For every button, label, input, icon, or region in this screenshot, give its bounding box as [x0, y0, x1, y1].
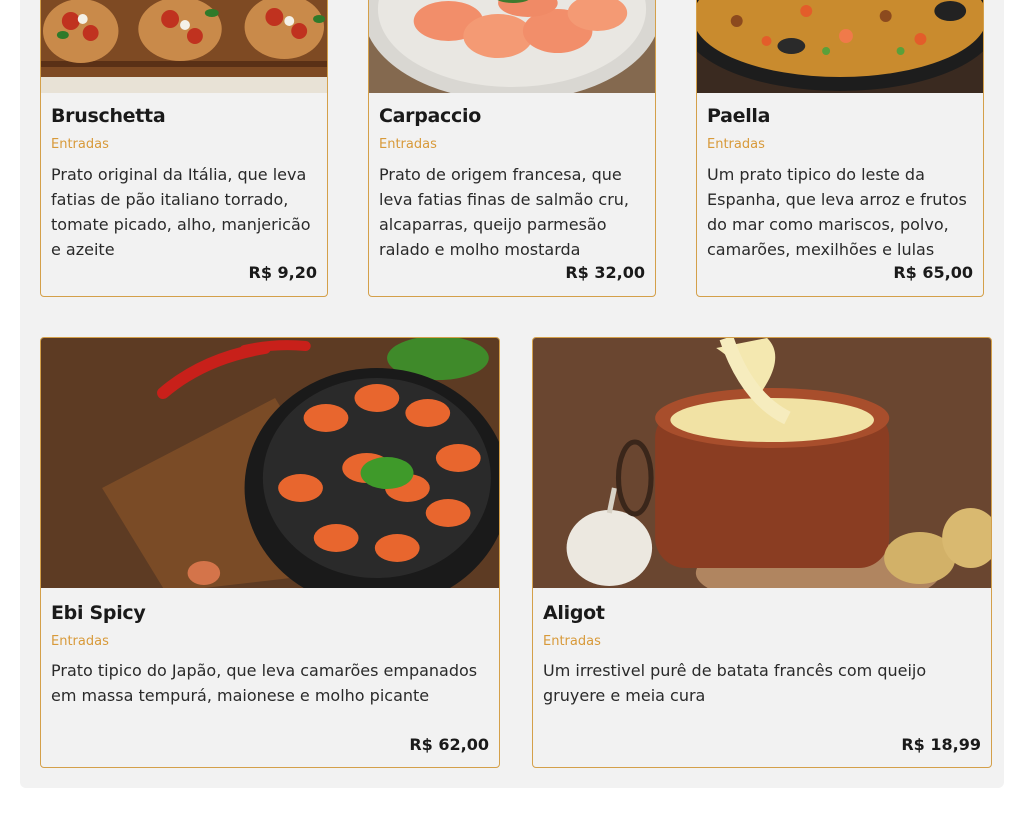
- card-category: Entradas: [51, 634, 109, 649]
- menu-panel: Bruschetta Entradas Prato original da It…: [20, 0, 1004, 788]
- menu-card-ebi-spicy[interactable]: Ebi Spicy Entradas Prato tipico do Japão…: [40, 337, 500, 768]
- ebi-spicy-image: [41, 338, 499, 588]
- card-price: R$ 18,99: [901, 735, 981, 754]
- card-description: Prato de origem francesa, que leva fatia…: [379, 165, 630, 259]
- menu-card-carpaccio[interactable]: Carpaccio Entradas Prato de origem franc…: [368, 0, 656, 297]
- aligot-image: [533, 338, 991, 588]
- menu-card-paella[interactable]: Paella Entradas Um prato tipico do leste…: [696, 0, 984, 297]
- card-title: Ebi Spicy: [51, 602, 146, 624]
- menu-card-aligot[interactable]: Aligot Entradas Um irrestivel purê de ba…: [532, 337, 992, 768]
- card-title: Bruschetta: [51, 105, 166, 127]
- card-price: R$ 62,00: [409, 735, 489, 754]
- paella-image: [697, 0, 983, 93]
- card-price: R$ 9,20: [248, 263, 318, 282]
- carpaccio-image: [369, 0, 655, 93]
- bruschetta-image: [41, 0, 327, 93]
- card-price: R$ 32,00: [565, 263, 645, 282]
- card-category: Entradas: [51, 137, 109, 152]
- card-category: Entradas: [543, 634, 601, 649]
- card-description: Prato original da Itália, que leva fatia…: [51, 165, 311, 259]
- card-description: Um prato tipico do leste da Espanha, que…: [707, 165, 967, 259]
- card-description: Um irrestivel purê de batata francês com…: [543, 661, 927, 705]
- card-description: Prato tipico do Japão, que leva camarões…: [51, 661, 478, 705]
- card-category: Entradas: [707, 137, 765, 152]
- card-title: Carpaccio: [379, 105, 481, 127]
- menu-card-bruschetta[interactable]: Bruschetta Entradas Prato original da It…: [40, 0, 328, 297]
- card-title: Paella: [707, 105, 771, 127]
- card-price: R$ 65,00: [893, 263, 973, 282]
- card-category: Entradas: [379, 137, 437, 152]
- card-title: Aligot: [543, 602, 605, 624]
